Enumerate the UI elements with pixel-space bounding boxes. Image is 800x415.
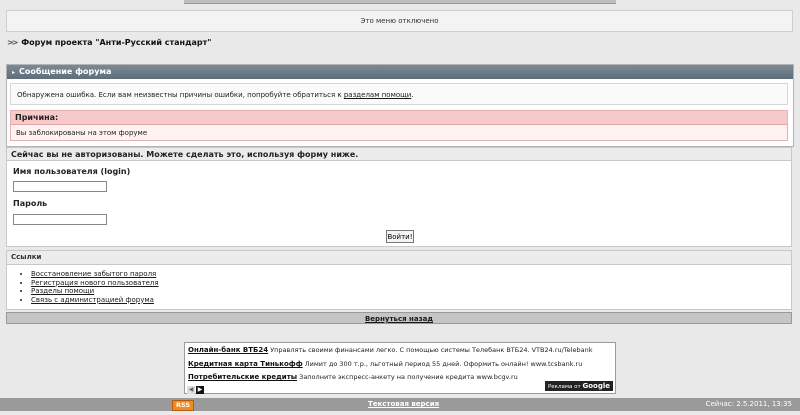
top-bar: [184, 0, 616, 4]
list-item: Связь с администрацией форума: [31, 296, 791, 305]
list-item: Восстановление забытого пароля: [31, 270, 791, 279]
password-label: Пароль: [13, 199, 48, 208]
list-item: Разделы помощи: [31, 287, 791, 296]
ad-item: Кредитная карта Тинькофф Лимит до 300 т.…: [188, 360, 582, 368]
ad-nav: ◀ ▶: [187, 385, 205, 394]
ad-text: Управлять своими финансами легко. С помо…: [270, 346, 593, 354]
login-form-title: Сейчас вы не авторизованы. Можете сделат…: [6, 147, 792, 161]
reason-box: Причина: Вы заблокированы на этом форуме: [10, 110, 788, 141]
ad-text: Лимит до 300 т.р., льготный период 55 дн…: [304, 360, 583, 368]
ad-text: Заполните экспресс-анкету на получение к…: [299, 373, 518, 381]
text-version-link[interactable]: Текстовая версия: [368, 400, 439, 408]
breadcrumb-arrows-icon: >>: [7, 38, 18, 47]
ad-item: Потребительские кредиты Заполните экспре…: [188, 373, 518, 381]
register-link[interactable]: Регистрация нового пользователя: [31, 279, 159, 287]
username-input[interactable]: [13, 181, 107, 192]
next-icon[interactable]: ▶: [196, 386, 204, 394]
ad-title-link[interactable]: Кредитная карта Тинькофф: [188, 360, 303, 368]
breadcrumb: >> Форум проекта "Анти-Русский стандарт": [7, 38, 211, 47]
ad-title-link[interactable]: Онлайн-банк ВТБ24: [188, 346, 268, 354]
contact-admin-link[interactable]: Связь с администрацией форума: [31, 296, 154, 304]
help-sections-link[interactable]: разделам помощи: [344, 91, 411, 99]
links-box: Ссылки Восстановление забытого пароля Ре…: [6, 250, 792, 310]
username-label: Имя пользователя (login): [13, 167, 131, 176]
ads-badge-prefix: Реклама от: [547, 384, 581, 390]
google-logo: Google: [582, 382, 610, 390]
go-back-bar: Вернуться назад: [6, 312, 792, 324]
login-form: Имя пользователя (login) Пароль Войти!: [6, 161, 792, 247]
login-button[interactable]: Войти!: [386, 230, 414, 243]
recover-password-link[interactable]: Восстановление забытого пароля: [31, 270, 156, 278]
password-input[interactable]: [13, 214, 107, 225]
reason-text: Вы заблокированы на этом форуме: [16, 129, 148, 137]
ads-by-google-badge[interactable]: Реклама от Google: [544, 381, 613, 391]
breadcrumb-forum-title[interactable]: Форум проекта "Анти-Русский стандарт": [21, 38, 211, 47]
footer: RSS Текстовая версия Сейчас: 2.5.2011, 1…: [0, 398, 800, 411]
current-time: Сейчас: 2.5.2011, 13:35: [705, 400, 792, 408]
message-panel-title: Сообщение форума: [19, 67, 112, 76]
links-title: Ссылки: [7, 251, 791, 265]
ad-item: Онлайн-банк ВТБ24 Управлять своими финан…: [188, 346, 592, 354]
links-list: Восстановление забытого пароля Регистрац…: [7, 270, 791, 304]
message-panel-header: ▸ Сообщение форума: [7, 65, 793, 79]
ad-title-link[interactable]: Потребительские кредиты: [188, 373, 297, 381]
go-back-link[interactable]: Вернуться назад: [365, 315, 433, 323]
previous-icon[interactable]: ◀: [187, 386, 195, 394]
error-message: Обнаружена ошибка. Если вам неизвестны п…: [10, 83, 788, 105]
triangle-right-icon: ▸: [12, 69, 16, 76]
reason-title: Причина:: [11, 111, 787, 125]
rss-link[interactable]: RSS: [172, 400, 195, 411]
disabled-menu-notice: Это меню отключено: [6, 10, 793, 32]
list-item: Регистрация нового пользователя: [31, 279, 791, 288]
help-link[interactable]: Разделы помощи: [31, 287, 94, 295]
error-text: Обнаружена ошибка. Если вам неизвестны п…: [17, 91, 342, 99]
ads-block: Онлайн-банк ВТБ24 Управлять своими финан…: [184, 342, 616, 394]
